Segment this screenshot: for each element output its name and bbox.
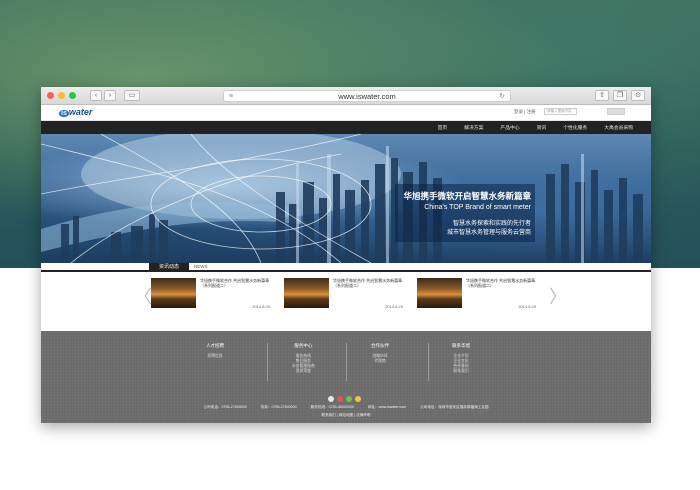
news-card-text: 华旭携手微软合作 共启智慧水务新篇章（系列报道二） 2014.8.29	[200, 278, 273, 311]
footer-column-contact: 联系华旭 企业介绍 企业文化 合作意向 联系我们	[452, 343, 470, 374]
footer-column-heading: 合作伙伴	[371, 343, 389, 348]
hero-title: 华旭携手微软开启智慧水务新篇章	[403, 191, 531, 201]
contact-website: 网址：www.iswater.com	[367, 405, 407, 409]
hero-tagline-2: 城市智慧水务管理与服务云营商	[446, 230, 531, 236]
site-footer: 人才招聘 招聘信息 服务中心 服务热线 售后服务 水务管理指南 资质荣誉 合作伙…	[41, 331, 651, 423]
news-card-title: 华旭携手微软合作 共启智慧水务新篇章（系列报道二）	[200, 278, 270, 288]
footer-column-heading: 服务中心	[294, 343, 313, 348]
qq-icon[interactable]	[328, 396, 334, 402]
news-tab-english: NEWS	[194, 264, 208, 269]
contact-fax: 传真：0755-27800000	[260, 405, 297, 409]
nav-member-purchase[interactable]: 大禹会员采购	[604, 124, 633, 131]
news-card[interactable]: 华旭携手微软合作 共启智慧水务新篇章（系列报道二） 2014.8.29	[284, 278, 406, 311]
social-icons	[328, 396, 361, 402]
contact-hotline: 服务热线：0755-88000000	[310, 405, 354, 409]
downloads-button[interactable]: ⊙	[631, 90, 645, 101]
news-card-title: 华旭携手微软合作 共启智慧水务新篇章（系列报道二）	[466, 278, 536, 288]
hero-subtitle: China's TOP Brand of smart meter	[424, 204, 531, 211]
contact-address: 公司地址：深圳市宝安区福永镇福海工业园	[420, 405, 489, 409]
nav-solutions[interactable]: 解决方案	[464, 124, 483, 131]
address-bar[interactable]: ≡ www.iswater.com ↻	[223, 90, 511, 102]
wechat-icon[interactable]	[346, 396, 352, 402]
site-search-input[interactable]: 请输入搜索内容	[544, 108, 577, 115]
city-skyline-illustration	[41, 134, 643, 263]
footer-link[interactable]: 代理商	[371, 359, 389, 364]
site-logo[interactable]: is water	[59, 107, 92, 117]
footer-column-careers: 人才招聘 招聘信息	[206, 343, 224, 359]
news-card-text: 华旭携手微软合作 共启智慧水务新篇章（系列报道二） 2014.8.29	[333, 278, 406, 311]
carousel-next-arrow[interactable]: 〉	[549, 283, 567, 309]
footer-divider	[267, 343, 268, 381]
nav-products[interactable]: 产品中心	[500, 124, 519, 131]
footer-divider	[346, 343, 347, 381]
share-button[interactable]: ⇧	[595, 90, 609, 101]
footer-column-heading: 联系华旭	[452, 343, 470, 348]
toolbar-actions: ⇧ ❐ ⊙	[595, 90, 645, 101]
url-text: www.iswater.com	[338, 92, 396, 101]
logo-text: water	[68, 107, 93, 117]
zoom-window-button[interactable]	[69, 92, 76, 99]
close-window-button[interactable]	[47, 92, 54, 99]
footer-link[interactable]: 资质荣誉	[292, 369, 315, 374]
window-controls	[47, 92, 76, 99]
site-header: is water 登录 | 注册 请输入搜索内容	[41, 105, 651, 121]
star-icon[interactable]	[355, 396, 361, 402]
footer-divider	[428, 343, 429, 381]
footer-link[interactable]: 招聘信息	[206, 354, 224, 359]
browser-window: ‹ › ▭ ≡ www.iswater.com ↻ ⇧ ❐ ⊙ is water …	[41, 87, 651, 423]
reload-icon[interactable]: ↻	[499, 91, 505, 102]
forward-button[interactable]: ›	[104, 90, 116, 101]
footer-column-service: 服务中心 服务热线 售后服务 水务管理指南 资质荣誉	[292, 343, 315, 374]
browser-toolbar: ‹ › ▭ ≡ www.iswater.com ↻ ⇧ ❐ ⊙	[41, 87, 651, 105]
hero-banner[interactable]: 华旭携手微软开启智慧水务新篇章 China's TOP Brand of sma…	[41, 134, 651, 263]
news-tab[interactable]: 资讯动态	[149, 263, 189, 272]
history-nav: ‹ ›	[90, 90, 116, 101]
footer-column-partners: 合作伙伴 战略伙伴 代理商	[371, 343, 389, 364]
news-thumbnail	[151, 278, 196, 308]
news-thumbnail	[284, 278, 329, 308]
weibo-icon[interactable]	[337, 396, 343, 402]
news-carousel: 〈 华旭携手微软合作 共启智慧水务新篇章（系列报道二） 2014.8.29 华旭…	[41, 272, 651, 322]
carousel-prev-arrow[interactable]: 〈	[134, 283, 152, 309]
sidebar-toggle-button[interactable]: ▭	[124, 90, 140, 101]
back-button[interactable]: ‹	[90, 90, 102, 101]
nav-custom-service[interactable]: 个性化服务	[563, 124, 587, 131]
news-card-date: 2014.8.29	[518, 304, 536, 309]
news-card-title: 华旭携手微软合作 共启智慧水务新篇章（系列报道二）	[333, 278, 403, 288]
news-card[interactable]: 华旭携手微软合作 共启智慧水务新篇章（系列报道二） 2014.8.29	[151, 278, 273, 311]
reader-menu-icon[interactable]: ≡	[229, 91, 233, 102]
news-card-date: 2014.8.29	[385, 304, 403, 309]
site-main-nav: 首页 解决方案 产品中心 资讯 个性化服务 大禹会员采购	[41, 121, 651, 134]
news-card[interactable]: 华旭携手微软合作 共启智慧水务新篇章（系列报道二） 2014.8.29	[417, 278, 539, 311]
nav-news[interactable]: 资讯	[537, 124, 547, 131]
contact-info: 公司电话：0755-27800000 传真：0755-27800000 服务热线…	[41, 405, 651, 410]
hero-tagline-1: 智慧水务探索和实践的先行者	[452, 221, 531, 227]
footer-link[interactable]: 联系我们	[452, 369, 470, 374]
footer-column-heading: 人才招聘	[206, 343, 224, 348]
news-card-date: 2014.8.29	[252, 304, 270, 309]
nav-home[interactable]: 首页	[438, 124, 448, 131]
contact-phone: 公司电话：0755-27800000	[203, 405, 247, 409]
logo-badge: is	[59, 110, 69, 117]
footer-bottom-links[interactable]: 联系我们 | 网站地图 | 法律声明	[41, 413, 651, 418]
minimize-window-button[interactable]	[58, 92, 65, 99]
tabs-overview-button[interactable]: ❐	[613, 90, 627, 101]
news-thumbnail	[417, 278, 462, 308]
news-section-header: 资讯动态 NEWS	[41, 263, 651, 272]
site-search-button[interactable]	[607, 108, 625, 115]
news-card-text: 华旭携手微软合作 共启智慧水务新篇章（系列报道二） 2014.8.29	[466, 278, 539, 311]
login-register-links[interactable]: 登录 | 注册	[514, 109, 536, 115]
